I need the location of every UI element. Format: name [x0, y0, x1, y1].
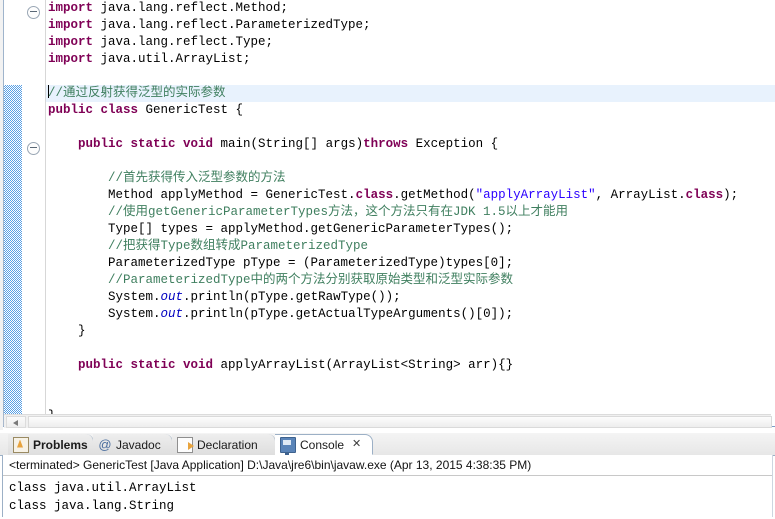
declaration-icon	[177, 436, 194, 453]
code-token: );	[723, 188, 739, 202]
code-token: java.lang.reflect.Type;	[100, 35, 274, 49]
java-source-editor[interactable]: import java.lang.reflect.Method; import j…	[0, 0, 775, 430]
tab-javadoc[interactable]: @ Javadoc	[93, 434, 173, 455]
console-status-line: <terminated> GenericTest [Java Applicati…	[3, 455, 772, 476]
changed-lines-indicator	[4, 85, 22, 414]
editor-horizontal-scrollbar[interactable]	[4, 414, 772, 428]
code-token: out	[160, 290, 184, 304]
fold-marker-main-method[interactable]	[27, 142, 40, 155]
fold-marker-imports[interactable]	[27, 6, 40, 19]
code-token: .println(pType.getActualTypeArguments()[…	[183, 307, 514, 321]
problems-icon	[13, 436, 29, 453]
code-token: //通过反射获得泛型的实际参数	[48, 86, 226, 100]
code-token: public static void	[78, 358, 221, 372]
code-line[interactable]: System.out.println(pType.getRawType());	[46, 289, 775, 306]
code-token: import	[48, 35, 101, 49]
code-line[interactable]: import java.lang.reflect.ParameterizedTy…	[46, 17, 775, 34]
code-token: System.	[48, 290, 161, 304]
editor-folding-column[interactable]	[22, 0, 46, 414]
code-line[interactable]: //ParameterizedType中的两个方法分别获取原始类型和泛型实际参数	[46, 272, 775, 289]
code-line[interactable]: public static void applyArrayList(ArrayL…	[46, 357, 775, 374]
code-token: import	[48, 52, 101, 66]
code-token: //首先获得传入泛型参数的方法	[108, 171, 286, 185]
bottom-panel: Problems @ Javadoc Declaration Console ✕ <ter…	[0, 430, 775, 519]
code-token: main(String[] args)	[220, 137, 364, 151]
code-line[interactable]: public class GenericTest {	[46, 102, 775, 119]
console-view[interactable]: <terminated> GenericTest [Java Applicati…	[2, 455, 773, 517]
code-line[interactable]	[46, 374, 775, 391]
scrollbar-thumb[interactable]	[28, 416, 772, 428]
code-token: System.	[48, 307, 161, 321]
code-line[interactable]: //把获得Type数组转成ParameterizedType	[46, 238, 775, 255]
code-line[interactable]: //使用getGenericParameterTypes方法，这个方法只有在JD…	[46, 204, 775, 221]
code-token: .getMethod(	[393, 188, 476, 202]
code-line[interactable]: import java.util.ArrayList;	[46, 51, 775, 68]
code-token: throws	[363, 137, 416, 151]
eclipse-ide-window: import java.lang.reflect.Method; import j…	[0, 0, 775, 519]
code-token: java.util.ArrayList;	[100, 52, 251, 66]
code-token: import	[48, 1, 101, 15]
code-token: "applyArrayList"	[475, 188, 596, 202]
code-line[interactable]	[46, 391, 775, 408]
code-line[interactable]	[46, 340, 775, 357]
code-line[interactable]: public static void main(String[] args)th…	[46, 136, 775, 153]
javadoc-icon: @	[98, 436, 112, 452]
close-icon[interactable]: ✕	[352, 439, 361, 450]
code-token: java.lang.reflect.Method;	[100, 1, 289, 15]
console-output-line: class java.lang.String	[9, 499, 175, 513]
tab-label: Problems	[33, 437, 88, 452]
code-token: .println(pType.getRawType());	[183, 290, 401, 304]
code-token: ParameterizedType pType = (Parameterized…	[48, 256, 514, 270]
code-token: Type[] types = applyMethod.getGenericPar…	[48, 222, 514, 236]
code-line[interactable]	[46, 119, 775, 136]
tab-label: Console	[300, 437, 345, 452]
code-line[interactable]: //首先获得传入泛型参数的方法	[46, 170, 775, 187]
console-output[interactable]: class java.util.ArrayList class java.lang…	[3, 476, 772, 515]
tab-label: Javadoc	[116, 437, 161, 452]
code-token: public	[48, 103, 101, 117]
code-line[interactable]: ParameterizedType pType = (Parameterized…	[46, 255, 775, 272]
editor-code-area[interactable]: import java.lang.reflect.Method; import j…	[46, 0, 775, 414]
code-token: //ParameterizedType中的两个方法分别获取原始类型和泛型实际参数	[108, 273, 514, 287]
code-line[interactable]: System.out.println(pType.getActualTypeAr…	[46, 306, 775, 323]
console-output-line: class java.util.ArrayList	[9, 481, 197, 495]
code-token: //把获得Type数组转成ParameterizedType	[108, 239, 369, 253]
code-token: }	[48, 324, 86, 338]
code-token: Exception {	[415, 137, 499, 151]
code-token: import	[48, 18, 101, 32]
code-line[interactable]: }	[46, 323, 775, 340]
code-token: class	[100, 103, 146, 117]
code-line[interactable]: import java.lang.reflect.Method;	[46, 0, 775, 17]
code-token: class	[355, 188, 394, 202]
code-token: public static void	[78, 137, 221, 151]
tab-problems[interactable]: Problems	[8, 434, 94, 455]
console-icon	[280, 436, 296, 455]
code-token: , ArrayList.	[595, 188, 686, 202]
tab-console[interactable]: Console ✕	[275, 434, 373, 455]
scroll-left-arrow-icon[interactable]	[6, 416, 26, 428]
tab-declaration[interactable]: Declaration	[172, 434, 276, 455]
code-token: GenericTest {	[145, 103, 244, 117]
code-token: Method applyMethod = GenericTest.	[48, 188, 356, 202]
code-line[interactable]: //通过反射获得泛型的实际参数	[46, 85, 775, 102]
code-token: class	[685, 188, 724, 202]
code-line[interactable]	[46, 153, 775, 170]
code-line[interactable]	[46, 68, 775, 85]
bottom-panel-tabbar[interactable]: Problems @ Javadoc Declaration Console ✕	[0, 433, 775, 456]
tab-label: Declaration	[197, 437, 258, 452]
code-token: out	[160, 307, 184, 321]
code-token: java.lang.reflect.ParameterizedType;	[100, 18, 371, 32]
code-token: applyArrayList(ArrayList<String> arr){}	[220, 358, 514, 372]
code-line[interactable]: Type[] types = applyMethod.getGenericPar…	[46, 221, 775, 238]
code-line[interactable]: Method applyMethod = GenericTest.class.g…	[46, 187, 775, 204]
code-token: //使用getGenericParameterTypes方法，这个方法只有在JD…	[108, 205, 569, 219]
code-line[interactable]: import java.lang.reflect.Type;	[46, 34, 775, 51]
